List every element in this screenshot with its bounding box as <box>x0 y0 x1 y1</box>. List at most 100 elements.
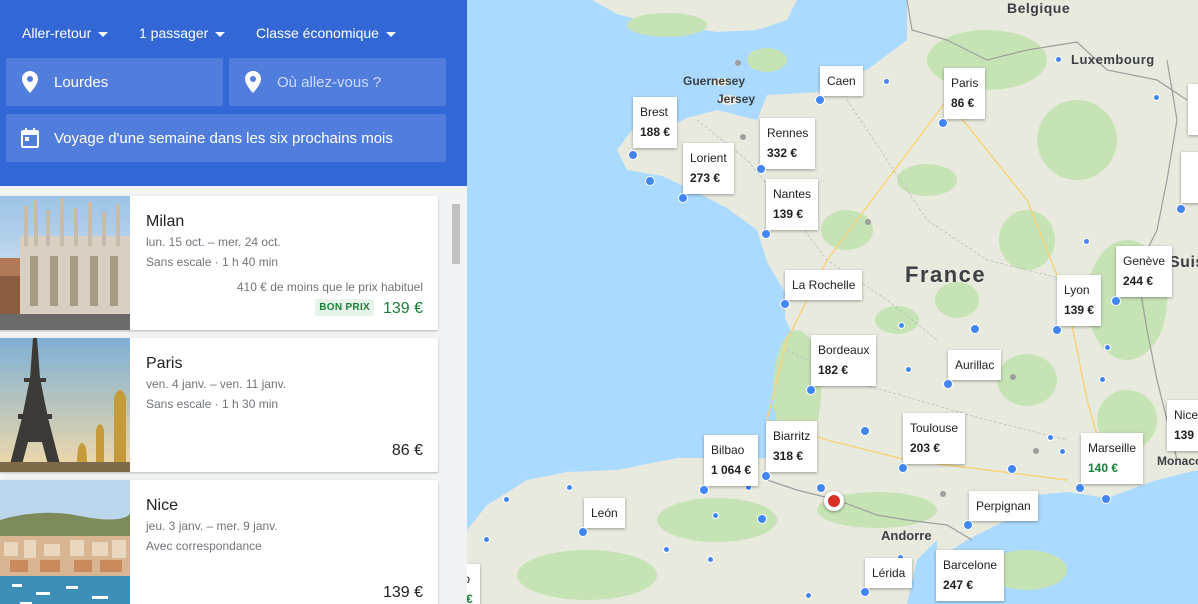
map-pin-lerida[interactable]: Lérida <box>865 558 913 589</box>
map-pin-perpignan[interactable]: Perpignan <box>969 491 1038 522</box>
search-form: Aller-retour 1 passager Classe économiqu… <box>0 0 467 186</box>
trip-type-dropdown[interactable]: Aller-retour <box>22 25 109 41</box>
map-pin-geneve[interactable]: Genève 244 € <box>1116 246 1173 297</box>
pin-price: 139 € <box>773 207 804 222</box>
map-city-dot[interactable] <box>757 514 767 524</box>
pin-price: 140 € <box>1088 461 1119 476</box>
pin-city: Lérida <box>872 566 906 580</box>
origin-field[interactable]: Lourdes <box>6 58 223 106</box>
result-price: 139 € <box>382 584 423 601</box>
map-city-dot[interactable] <box>1101 494 1111 504</box>
label-switzerland: Suis <box>1169 254 1198 271</box>
pin-price: 188 € <box>640 125 671 140</box>
map-city-dot[interactable] <box>1052 325 1062 335</box>
map-city-dot[interactable] <box>761 229 771 239</box>
result-city: Paris <box>146 355 183 372</box>
map-pin-biarritz[interactable]: Biarritz 318 € <box>766 421 818 472</box>
destination-placeholder: Où allez-vous ? <box>277 73 382 91</box>
map-city-dot[interactable] <box>761 471 771 481</box>
map-city-dot[interactable] <box>816 483 826 493</box>
pin-city: Biarritz <box>773 429 811 443</box>
pin-city: rto <box>467 569 473 589</box>
pin-price: 139 <box>1174 428 1195 443</box>
results-panel: Aller-retour 1 passager Classe économiqu… <box>0 0 467 604</box>
map-pin-caen[interactable]: Caen <box>820 66 863 97</box>
map-city-dot[interactable] <box>815 95 825 105</box>
label-belgium: Belgique <box>1007 0 1071 16</box>
result-card-nice[interactable]: Nice jeu. 3 janv. – mer. 9 janv. Avec co… <box>0 480 438 604</box>
map-city-dot[interactable] <box>699 485 709 495</box>
map-pin-leon[interactable]: León <box>584 498 625 529</box>
map-minor-dot <box>1083 238 1090 245</box>
origin-marker-lourdes[interactable] <box>824 491 844 511</box>
map-city-dot[interactable] <box>806 385 816 395</box>
map-pin-brest[interactable]: Brest 188 € <box>633 97 678 148</box>
map-minor-dot <box>735 60 741 66</box>
location-pin-icon <box>229 71 277 93</box>
map-city-dot[interactable] <box>1075 483 1085 493</box>
map-city-dot[interactable] <box>780 299 790 309</box>
map-pin-partial-right[interactable] <box>1181 152 1198 203</box>
map-pin-paris[interactable]: Paris 86 € <box>944 68 986 119</box>
map-city-dot[interactable] <box>1111 296 1121 306</box>
cabin-class-dropdown[interactable]: Classe économique <box>256 25 396 41</box>
pin-city: Barcelone <box>943 558 998 572</box>
map-pin-bilbao[interactable]: Bilbao 1 064 € <box>704 435 759 486</box>
map-city-dot[interactable] <box>970 324 980 334</box>
map-city-dot[interactable] <box>1176 204 1186 214</box>
date-range-value: Voyage d'une semaine dans les six procha… <box>54 129 393 147</box>
date-range-field[interactable]: Voyage d'une semaine dans les six procha… <box>6 114 446 162</box>
pin-city: La Rochelle <box>792 278 856 292</box>
map-city-dot[interactable] <box>943 379 953 389</box>
pin-city: Nice <box>1174 408 1198 422</box>
passengers-dropdown[interactable]: 1 passager <box>139 25 226 41</box>
map-minor-dot <box>1033 448 1039 454</box>
map-minor-dot <box>1010 374 1016 380</box>
map-pin-toulouse[interactable]: Toulouse 203 € <box>903 413 966 464</box>
map-city-dot[interactable] <box>860 587 870 597</box>
label-france: France <box>905 262 987 287</box>
map-city-dot[interactable] <box>1007 464 1017 474</box>
map-pin-nice[interactable]: Nice 139 <box>1167 400 1198 451</box>
map-pin-aurillac[interactable]: Aurillac <box>948 350 1002 381</box>
pin-price: 318 € <box>773 449 804 464</box>
result-card-paris[interactable]: Paris ven. 4 janv. – ven. 11 janv. Sans … <box>0 338 438 472</box>
map-city-dot[interactable] <box>645 176 655 186</box>
pin-price: 244 € <box>1123 274 1154 289</box>
pin-city: Nantes <box>773 187 812 201</box>
map-pin-nantes[interactable]: Nantes 139 € <box>766 179 819 230</box>
pin-price: 332 € <box>767 146 798 161</box>
map-pin-barcelone[interactable]: Barcelone 247 € <box>936 550 1005 601</box>
map-pin-lyon[interactable]: Lyon 139 € <box>1057 275 1102 326</box>
destination-map[interactable]: Belgique Luxembourg France Andorre Suis … <box>467 0 1198 604</box>
map-pin-partial-left[interactable]: rto 2 € <box>467 564 480 604</box>
result-card-milan[interactable]: Milan lun. 15 oct. – mer. 24 oct. Sans e… <box>0 196 438 330</box>
map-pin-marseille[interactable]: Marseille 140 € <box>1081 433 1144 484</box>
pin-city: Toulouse <box>910 421 959 435</box>
map-city-dot[interactable] <box>678 193 688 203</box>
map-city-dot[interactable] <box>898 463 908 473</box>
trip-type-label: Aller-retour <box>22 25 92 41</box>
map-pin-lorient[interactable]: Lorient 273 € <box>683 143 734 194</box>
map-pin-bordeaux[interactable]: Bordeaux 182 € <box>811 335 877 386</box>
scrollbar-thumb[interactable] <box>452 204 460 264</box>
map-minor-dot <box>898 322 905 329</box>
map-city-dot[interactable] <box>938 118 948 128</box>
results-scrollbar[interactable] <box>448 196 464 604</box>
map-minor-dot <box>865 219 871 225</box>
map-city-dot[interactable] <box>578 527 588 537</box>
result-stops: Sans escale · 1 h 40 min <box>146 255 279 269</box>
map-city-dot[interactable] <box>628 150 638 160</box>
map-minor-dot <box>566 484 573 491</box>
map-city-dot[interactable] <box>860 426 870 436</box>
map-minor-dot <box>712 512 719 519</box>
pin-city: Perpignan <box>976 499 1031 513</box>
map-pin-rennes[interactable]: Rennes 332 € <box>760 118 816 169</box>
destination-field[interactable]: Où allez-vous ? <box>229 58 446 106</box>
map-pin-partial-right[interactable] <box>1188 84 1198 135</box>
map-city-dot[interactable] <box>963 520 973 530</box>
map-pin-la-rochelle[interactable]: La Rochelle <box>785 270 863 301</box>
map-city-dot[interactable] <box>756 164 766 174</box>
pin-price: 182 € <box>818 363 849 378</box>
label-guernsey: Guernesey <box>683 74 746 88</box>
